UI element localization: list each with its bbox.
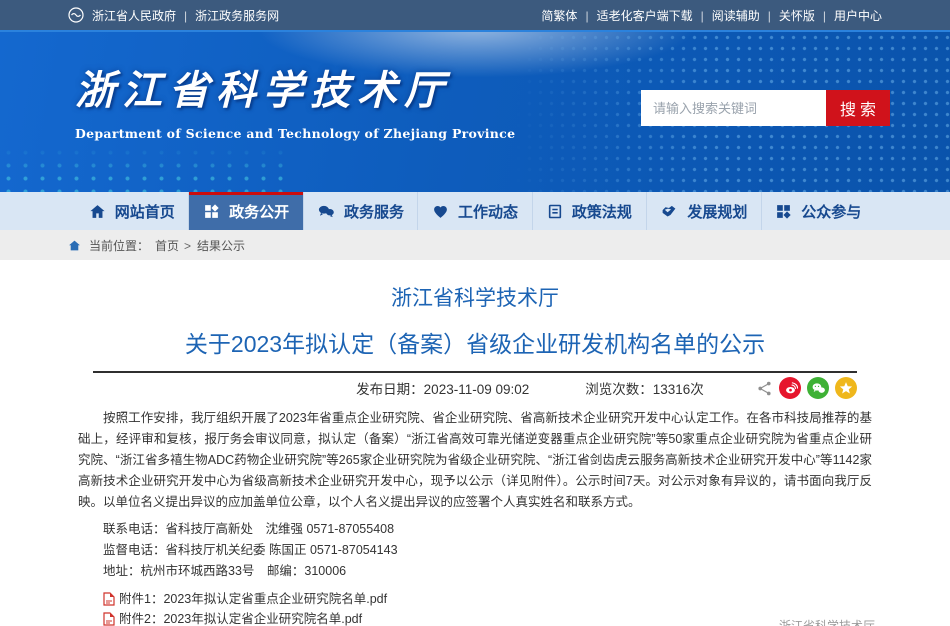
breadcrumb: 当前位置： 首页 结果公示 [0, 230, 950, 260]
publish-date: 发布日期：2023-11-09 09:02 [356, 378, 529, 398]
breadcrumb-home[interactable]: 首页 [155, 237, 191, 254]
nav-item-label: 政策法规 [572, 201, 632, 222]
attachment-link-1[interactable]: 附件1：2023年拟认定省重点企业研究院名单.pdf [103, 589, 872, 609]
share-buttons [756, 377, 857, 399]
article-org-line: 浙江省科学技术厅 [78, 282, 872, 312]
link-zhejiang-service[interactable]: 浙江政务服务网 [195, 7, 279, 24]
link-zhejiang-gov[interactable]: 浙江省人民政府 [92, 7, 195, 24]
site-title-cn: 浙江省科学技术厅 [75, 58, 515, 116]
attachment-link-2[interactable]: 附件2：2023年拟认定省企业研究院名单.pdf [103, 609, 872, 626]
attachment-list: 附件1：2023年拟认定省重点企业研究院名单.pdf 附件2：2023年拟认定省… [78, 589, 872, 626]
site-brand: 浙江省科学技术厅 Department of Science and Techn… [75, 58, 515, 141]
handshake-icon [660, 203, 678, 220]
address-line: 地址：杭州市环城西路33号 邮编：310006 [78, 561, 872, 582]
nav-item-gov-service[interactable]: 政务服务 [303, 192, 417, 230]
nav-item-home[interactable]: 网站首页 [75, 192, 188, 230]
gov-open-icon [203, 203, 220, 220]
top-utility-bar: 浙江省人民政府 浙江政务服务网 简繁体 适老化客户端下载 阅读辅助 关怀版 用户… [0, 0, 950, 30]
site-title-en: Department of Science and Technology of … [75, 126, 515, 141]
dots-decoration [0, 146, 285, 192]
nav-item-work-news[interactable]: 工作动态 [417, 192, 531, 230]
nav-item-gov-open[interactable]: 政务公开 [188, 192, 302, 230]
weibo-icon[interactable] [779, 377, 801, 399]
nav-item-policy[interactable]: 政策法规 [532, 192, 646, 230]
nav-item-label: 政务服务 [344, 201, 404, 222]
site-banner: 浙江省科学技术厅 Department of Science and Techn… [0, 30, 950, 192]
home-icon [89, 203, 106, 220]
link-elderly-client-download[interactable]: 适老化客户端下载 [597, 7, 712, 24]
link-simplified-traditional[interactable]: 简繁体 [541, 7, 596, 24]
search-box: 搜索 [641, 90, 890, 126]
supervision-phone-line: 监督电话：省科技厅机关纪委 陈国正 0571-87054143 [78, 540, 872, 561]
breadcrumb-prefix: 当前位置： [89, 237, 149, 254]
page-title: 关于2023年拟认定（备案）省级企业研发机构名单的公示 [78, 325, 872, 359]
pdf-icon [103, 592, 115, 606]
contact-phone-line: 联系电话：省科技厅高新处 沈维强 0571-87055408 [78, 519, 872, 540]
main-navigation: 网站首页 政务公开 政务服务 工作动态 政策法规 发展规划 公众参与 [0, 192, 950, 230]
link-user-center[interactable]: 用户中心 [834, 7, 882, 24]
nav-item-development-plan[interactable]: 发展规划 [646, 192, 760, 230]
chat-bubbles-icon [317, 203, 335, 220]
attachment-label: 附件2：2023年拟认定省企业研究院名单.pdf [119, 609, 362, 626]
document-icon [547, 203, 563, 220]
search-button[interactable]: 搜索 [826, 90, 890, 126]
participation-icon [775, 203, 792, 220]
breadcrumb-current: 结果公示 [197, 237, 245, 254]
link-care-version[interactable]: 关怀版 [779, 7, 834, 24]
nav-item-public-participation[interactable]: 公众参与 [761, 192, 875, 230]
wechat-icon[interactable] [807, 377, 829, 399]
article-content: 浙江省科学技术厅 关于2023年拟认定（备案）省级企业研发机构名单的公示 发布日… [0, 260, 950, 626]
pdf-icon [103, 612, 115, 626]
link-reading-assist[interactable]: 阅读辅助 [712, 7, 779, 24]
contact-info: 联系电话：省科技厅高新处 沈维强 0571-87055408 监督电话：省科技厅… [78, 519, 872, 582]
nav-item-label: 公众参与 [801, 201, 861, 222]
share-icon[interactable] [756, 380, 773, 397]
heart-icon [432, 203, 449, 220]
nav-item-label: 工作动态 [458, 201, 518, 222]
article-body: 按照工作安排，我厅组织开展了2023年省重点企业研究院、省企业研究院、省高新技术… [78, 408, 872, 513]
attachment-label: 附件1：2023年拟认定省重点企业研究院名单.pdf [119, 589, 387, 609]
view-count: 浏览次数：13316次 [585, 378, 704, 398]
article-meta: 发布日期：2023-11-09 09:02 浏览次数：13316次 [78, 373, 872, 403]
home-small-icon [68, 239, 81, 252]
footer-org-name: 浙江省科学技术厅 [779, 617, 875, 626]
nav-item-label: 政务公开 [229, 201, 289, 222]
zhejiang-gov-emblem-icon [68, 7, 84, 23]
search-input[interactable] [641, 90, 826, 126]
nav-item-label: 网站首页 [115, 201, 175, 222]
qzone-icon[interactable] [835, 377, 857, 399]
nav-item-label: 发展规划 [687, 201, 747, 222]
